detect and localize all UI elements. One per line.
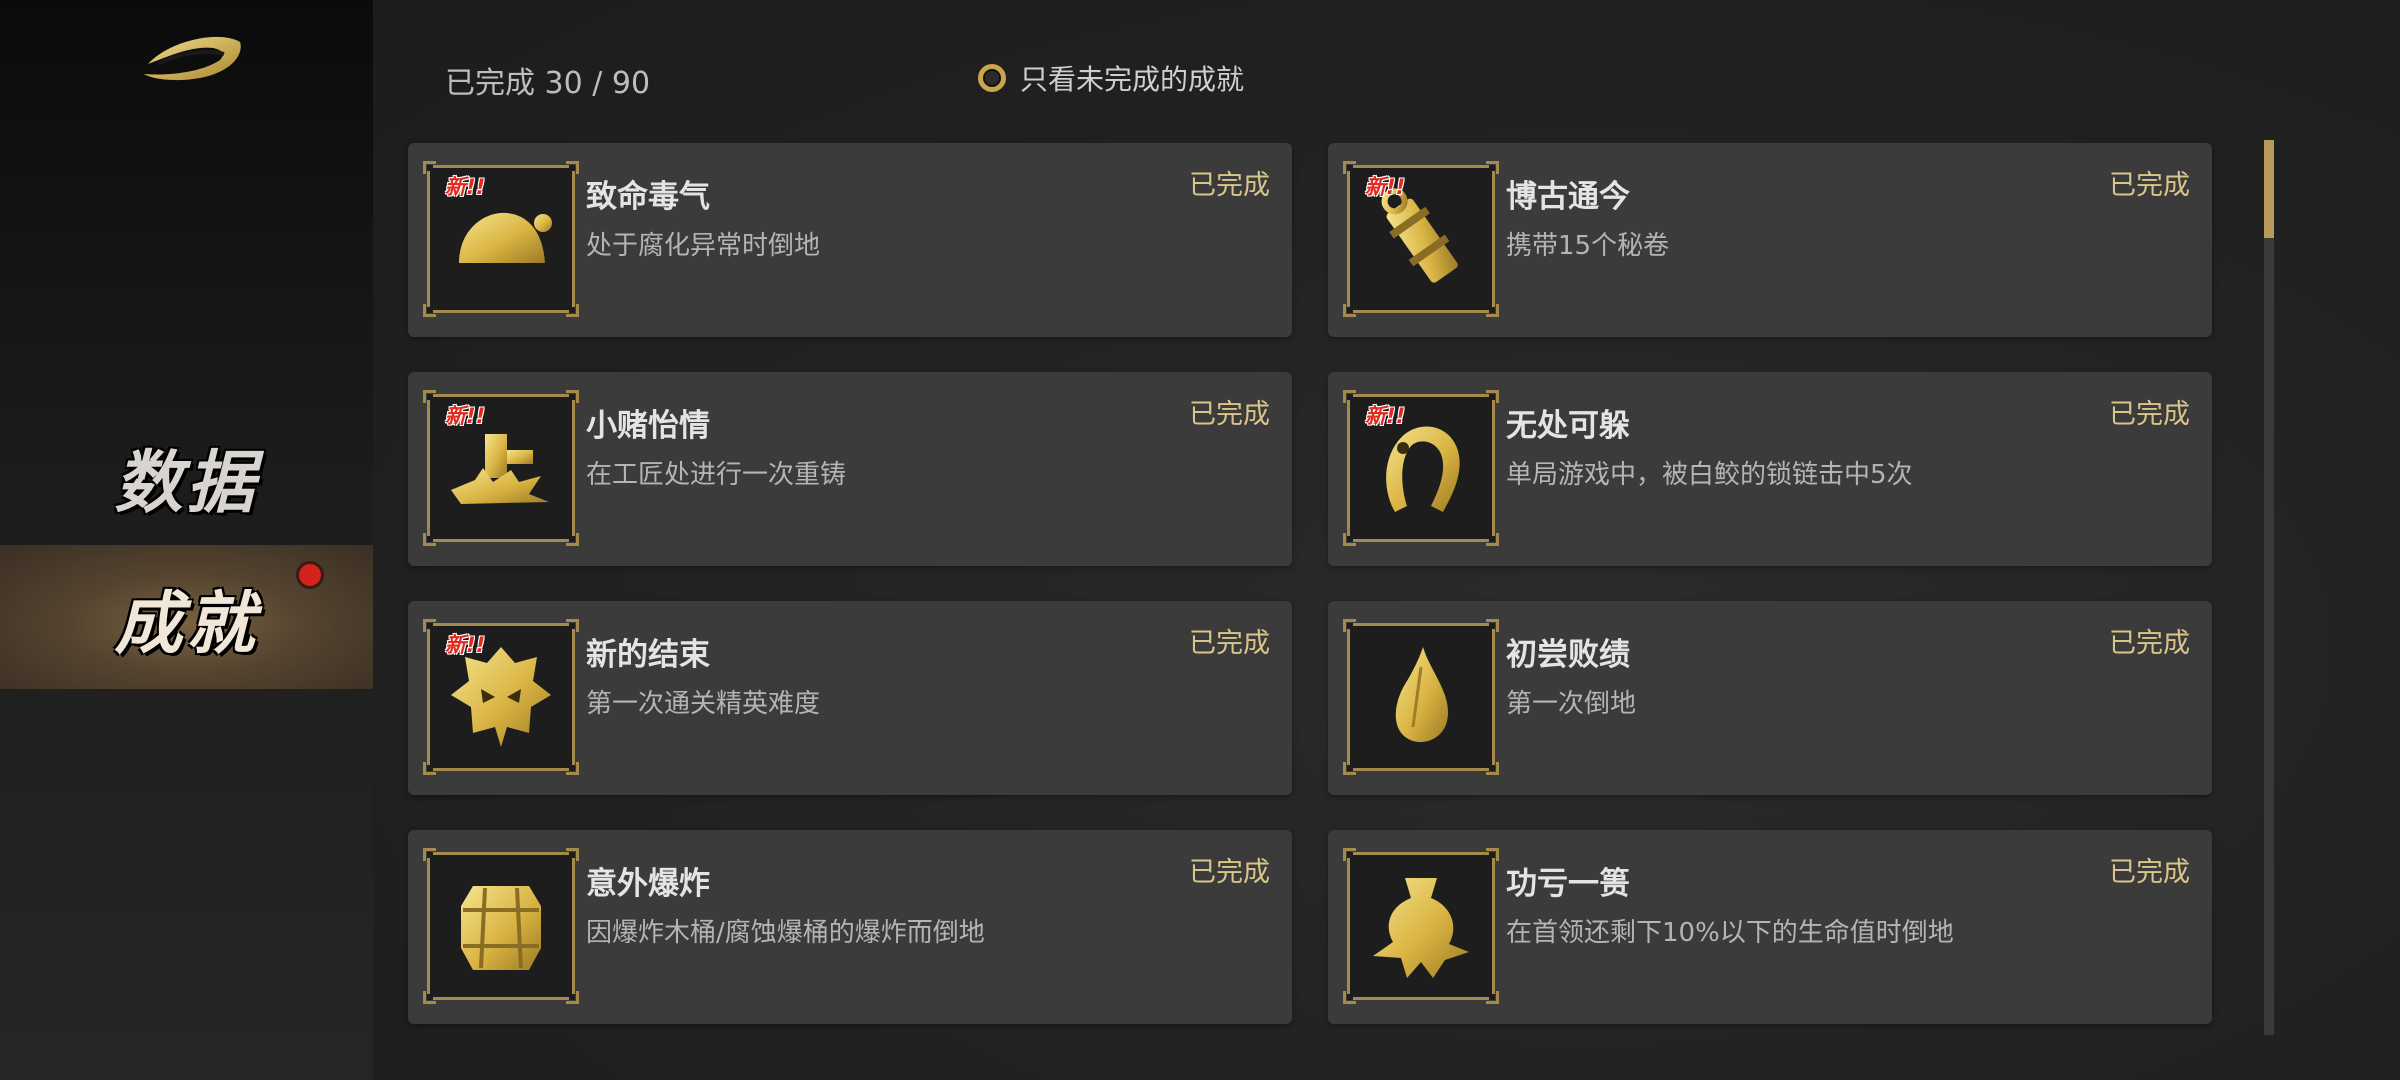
incomplete-only-filter[interactable]: 只看未完成的成就 xyxy=(978,58,1244,98)
new-badge: 新!! xyxy=(1365,175,1406,199)
nav-item-data[interactable]: 数据 xyxy=(0,404,373,548)
new-badge: 新!! xyxy=(445,404,486,428)
achievement-title: 初尝败绩 xyxy=(1506,637,1630,673)
achievement-status: 已完成 xyxy=(1189,857,1270,888)
achievement-title: 博古通今 xyxy=(1506,179,1630,215)
achievement-status: 已完成 xyxy=(2109,857,2190,888)
achievement-title: 功亏一篑 xyxy=(1506,866,1630,902)
achievement-description: 在首领还剩下10%以下的生命值时倒地 xyxy=(1506,918,1954,948)
achievement-card[interactable]: 功亏一篑在首领还剩下10%以下的生命值时倒地 已完成 xyxy=(1328,830,2212,1024)
achievement-card[interactable]: 初尝败绩第一次倒地 已完成 xyxy=(1328,601,2212,795)
achievement-card[interactable]: 新!! 小赌怡情在工匠处进行一次重铸 已完成 xyxy=(408,372,1292,566)
game-logo-icon[interactable] xyxy=(140,20,250,90)
achievement-icon-frame xyxy=(1343,619,1499,775)
achievement-title: 无处可躲 xyxy=(1506,408,1630,444)
achievement-title: 小赌怡情 xyxy=(586,408,710,444)
achievement-title: 意外爆炸 xyxy=(586,866,710,902)
achievement-description: 第一次倒地 xyxy=(1506,689,1637,719)
achievement-icon-frame: 新!! xyxy=(423,161,579,317)
achievement-card[interactable]: 新!! 新的结束第一次通关精英难度 已完成 xyxy=(408,601,1292,795)
achievement-description: 单局游戏中，被白鲛的锁链击中5次 xyxy=(1506,460,1913,490)
new-badge: 新!! xyxy=(445,175,486,199)
achievement-icon-frame: 新!! xyxy=(1343,390,1499,546)
achievement-card[interactable]: 新!! 博古通今携带15个秘卷 已完成 xyxy=(1328,143,2212,337)
radio-icon[interactable] xyxy=(978,64,1006,92)
drop-icon xyxy=(1395,647,1449,743)
achievement-icon-frame: 新!! xyxy=(1343,161,1499,317)
broken-vase-icon xyxy=(1373,878,1469,978)
notification-dot xyxy=(296,561,324,589)
achievement-title: 新的结束 xyxy=(586,637,710,673)
achievement-card[interactable]: 意外爆炸因爆炸木桶/腐蚀爆桶的爆炸而倒地 已完成 xyxy=(408,830,1292,1024)
achievement-status: 已完成 xyxy=(2109,399,2190,430)
completion-progress: 已完成 30 / 90 xyxy=(445,66,651,101)
achievement-status: 已完成 xyxy=(1189,399,1270,430)
scrollbar-track[interactable] xyxy=(2264,140,2274,1035)
achievement-description: 处于腐化异常时倒地 xyxy=(586,231,821,261)
sidebar: 数据 成就 xyxy=(0,0,373,1080)
achievement-icon-frame: 新!! xyxy=(423,390,579,546)
achievement-card[interactable]: 新!! 致命毒气处于腐化异常时倒地 已完成 xyxy=(408,143,1292,337)
new-badge: 新!! xyxy=(445,633,486,657)
achievement-description: 在工匠处进行一次重铸 xyxy=(586,460,847,490)
filter-label: 只看未完成的成就 xyxy=(1020,63,1245,96)
achievements-screen: 数据 成就 已完成 30 / 90 只看未完成的成就 新!! 致命毒气处于腐化异常… xyxy=(0,0,2400,1080)
scrollbar-thumb[interactable] xyxy=(2264,140,2274,238)
achievement-icon-frame xyxy=(1343,848,1499,1004)
achievement-icon-frame: 新!! xyxy=(423,619,579,775)
achievement-status: 已完成 xyxy=(1189,628,1270,659)
nav-item-label: 数据 xyxy=(114,442,259,523)
achievement-icon-frame xyxy=(423,848,579,1004)
barrel-icon xyxy=(461,886,541,970)
achievement-card[interactable]: 新!! 无处可躲单局游戏中，被白鲛的锁链击中5次 已完成 xyxy=(1328,372,2212,566)
achievement-description: 第一次通关精英难度 xyxy=(586,689,821,719)
achievement-status: 已完成 xyxy=(1189,170,1270,201)
nav-item-label: 成就 xyxy=(114,583,259,664)
achievement-status: 已完成 xyxy=(2109,170,2190,201)
achievement-description: 携带15个秘卷 xyxy=(1506,231,1670,261)
new-badge: 新!! xyxy=(1365,404,1406,428)
achievement-title: 致命毒气 xyxy=(586,179,710,215)
achievement-status: 已完成 xyxy=(2109,628,2190,659)
achievement-description: 因爆炸木桶/腐蚀爆桶的爆炸而倒地 xyxy=(586,918,985,948)
